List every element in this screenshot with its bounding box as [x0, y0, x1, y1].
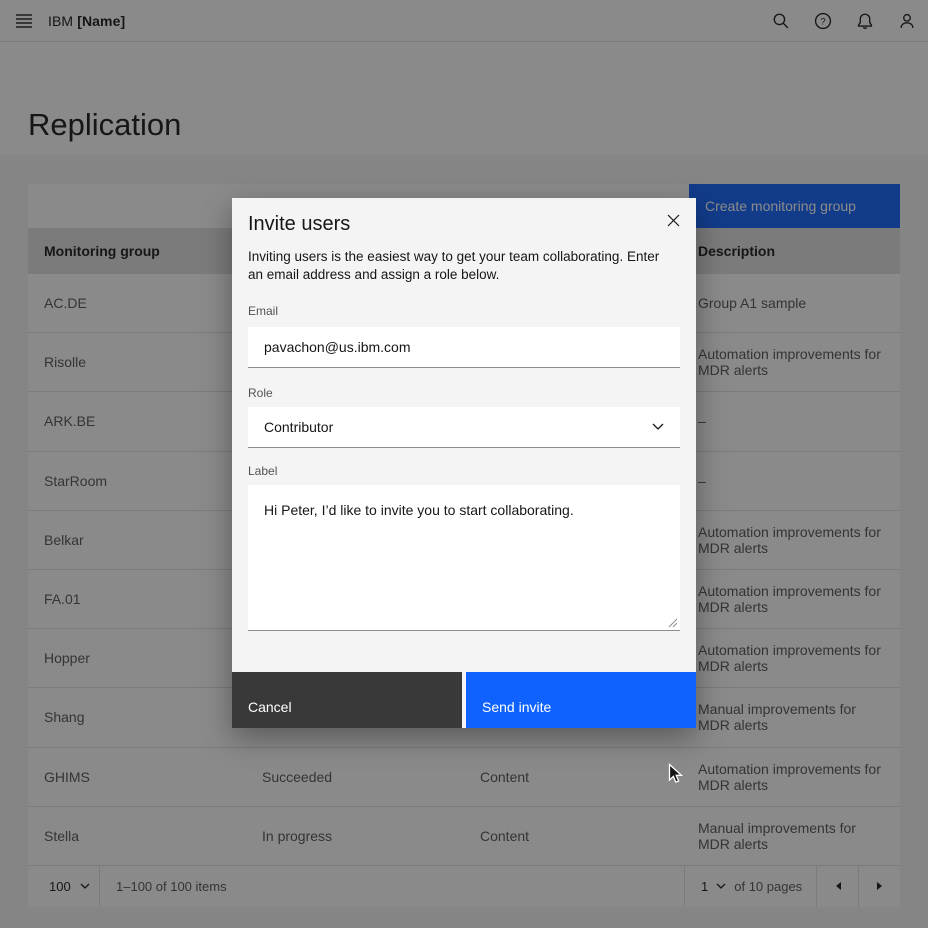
cancel-button[interactable]: Cancel	[232, 672, 462, 728]
role-selected-value: Contributor	[264, 419, 333, 435]
chevron-down-icon	[652, 423, 664, 431]
email-field[interactable]	[248, 327, 680, 368]
app-window: IBM [Name] ?	[0, 0, 928, 928]
resize-handle-icon[interactable]	[668, 618, 678, 628]
message-label: Label	[248, 464, 277, 478]
modal-title: Invite users	[248, 211, 350, 237]
invite-users-modal: Invite users Inviting users is the easie…	[232, 198, 696, 728]
close-icon	[667, 214, 680, 227]
modal-footer: Cancel Send invite	[232, 672, 696, 728]
email-label: Email	[248, 304, 278, 318]
role-label: Role	[248, 386, 273, 400]
modal-description: Inviting users is the easiest way to get…	[248, 248, 662, 284]
send-invite-button[interactable]: Send invite	[466, 672, 696, 728]
close-modal-button[interactable]	[654, 201, 692, 239]
role-dropdown[interactable]: Contributor	[248, 407, 680, 448]
message-field[interactable]: Hi Peter, I’d like to invite you to star…	[248, 485, 680, 631]
